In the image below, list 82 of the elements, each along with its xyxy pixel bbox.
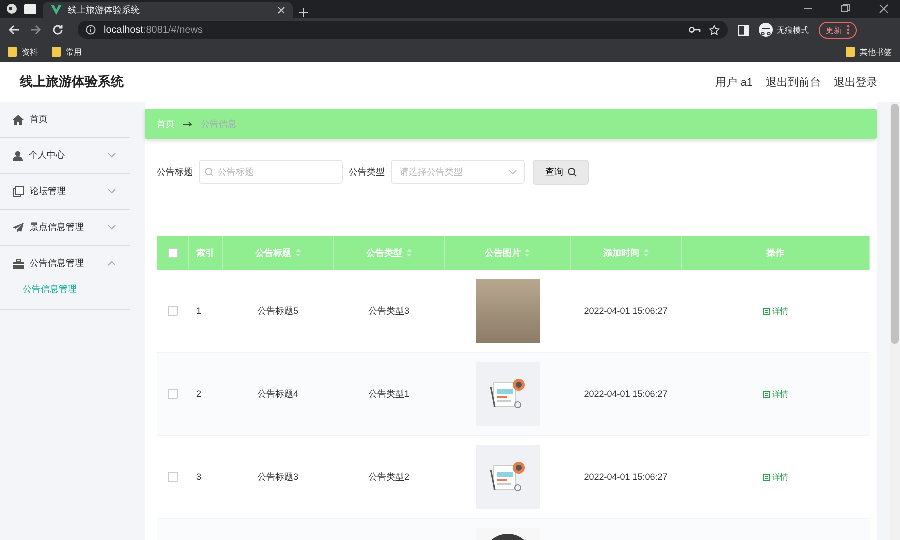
address-field[interactable]: localhost:8081/#/news bbox=[78, 21, 728, 39]
type-dropdown[interactable]: 请选择公告类型 bbox=[391, 160, 525, 184]
table-cell: 2022-04-01 15:06:27 bbox=[584, 306, 668, 316]
sidebar-item[interactable]: 论坛管理 bbox=[0, 174, 130, 209]
incognito-icon[interactable] bbox=[759, 23, 773, 37]
star-icon[interactable] bbox=[709, 24, 720, 36]
scrollbar[interactable] bbox=[890, 102, 900, 540]
bookmark-folder[interactable]: 其他书签 bbox=[846, 46, 892, 58]
document-icon bbox=[762, 308, 770, 314]
folder-icon bbox=[8, 47, 17, 57]
table-cell: 公告类型3 bbox=[368, 306, 410, 316]
newspaper-drawing bbox=[476, 362, 540, 426]
table-cell: 公告标题4 bbox=[257, 388, 298, 398]
document-icon bbox=[762, 474, 770, 480]
restore-icon[interactable] bbox=[841, 4, 851, 14]
field-label: 公告类型 bbox=[349, 166, 385, 178]
close-icon[interactable] bbox=[879, 4, 889, 14]
header-link[interactable]: 用户 a1 bbox=[716, 74, 753, 90]
table-cell: 2022-04-01 15:06:27 bbox=[584, 472, 668, 482]
sidebar-label: 景点信息管理 bbox=[30, 221, 84, 234]
bookmark[interactable]: 常用 bbox=[52, 46, 82, 58]
v-logo-icon bbox=[51, 5, 62, 15]
search-icon bbox=[568, 168, 576, 176]
sidebar-label: 个人中心 bbox=[29, 149, 65, 162]
key-icon[interactable] bbox=[689, 26, 701, 34]
reload-icon[interactable] bbox=[52, 24, 64, 36]
table-cell: 公告标题3 bbox=[257, 472, 298, 482]
breadcrumb-item: 公告信息 bbox=[201, 118, 237, 130]
sidebar-item[interactable]: 景点信息管理 bbox=[0, 210, 130, 245]
incognito-label: 无痕模式 bbox=[777, 24, 809, 36]
update-button[interactable]: 更新 bbox=[819, 22, 857, 38]
window-icon[interactable] bbox=[24, 4, 37, 15]
person-icon bbox=[13, 150, 23, 160]
plus-icon[interactable] bbox=[299, 8, 308, 17]
index-cell: 2 bbox=[196, 389, 202, 399]
sidebar-item[interactable]: 首页 bbox=[0, 102, 130, 137]
bookmark[interactable]: 资料 bbox=[8, 46, 38, 58]
field-label: 公告标题 bbox=[157, 166, 193, 178]
index-cell: 1 bbox=[196, 306, 202, 316]
checkbox[interactable] bbox=[168, 248, 178, 258]
document-icon bbox=[762, 390, 770, 398]
back-icon[interactable] bbox=[8, 24, 20, 36]
folder-icon bbox=[846, 47, 855, 57]
header-link[interactable]: 退出到前台 bbox=[766, 74, 821, 90]
scrollbar-thumb[interactable] bbox=[891, 104, 899, 344]
details-link[interactable]: 详情 bbox=[762, 388, 788, 400]
info-icon bbox=[86, 25, 96, 35]
search-button[interactable]: 查询 bbox=[533, 160, 589, 184]
index-cell: 3 bbox=[196, 472, 202, 482]
sidebar-item[interactable]: 个人中心 bbox=[0, 138, 130, 173]
details-link[interactable]: 详情 bbox=[762, 306, 788, 316]
briefcase-icon bbox=[13, 258, 24, 268]
tab-title: 线上旅游体验系统 bbox=[68, 4, 140, 16]
search-field[interactable]: 公告标题 bbox=[199, 160, 343, 184]
table-cell: 2022-04-01 15:06:27 bbox=[584, 389, 668, 399]
forward-icon[interactable] bbox=[30, 24, 42, 36]
sidebar-label: 论坛管理 bbox=[30, 185, 66, 198]
close-icon[interactable] bbox=[278, 6, 285, 14]
photo-placeholder bbox=[476, 279, 540, 343]
chevron-icon bbox=[509, 170, 517, 175]
arrow-icon bbox=[183, 122, 193, 126]
paper-plane-icon bbox=[13, 222, 24, 232]
app-title: 线上旅游体验系统 bbox=[20, 73, 124, 91]
checkbox[interactable] bbox=[168, 472, 178, 482]
browser-tab[interactable]: 线上旅游体验系统 bbox=[43, 2, 293, 18]
home-icon bbox=[13, 114, 24, 124]
checkbox[interactable] bbox=[168, 389, 178, 400]
documents-icon bbox=[13, 186, 24, 197]
sidebar-label: 首页 bbox=[30, 113, 48, 126]
folder-icon bbox=[52, 47, 61, 57]
more-icon[interactable] bbox=[847, 25, 850, 35]
table-cell: 公告类型1 bbox=[368, 388, 410, 398]
sidebar-item[interactable]: 公告信息管理 bbox=[0, 246, 130, 281]
newspaper-drawing bbox=[476, 445, 540, 509]
details-link[interactable]: 详情 bbox=[762, 472, 788, 482]
search-icon bbox=[205, 168, 214, 177]
header-link[interactable]: 退出登录 bbox=[834, 74, 878, 90]
checkbox[interactable] bbox=[168, 306, 178, 316]
table-cell: 公告类型2 bbox=[368, 472, 410, 482]
table-cell: 公告标题5 bbox=[257, 306, 298, 316]
sidebar-label: 公告信息管理 bbox=[30, 257, 84, 270]
sidepanel-icon[interactable] bbox=[738, 24, 749, 36]
